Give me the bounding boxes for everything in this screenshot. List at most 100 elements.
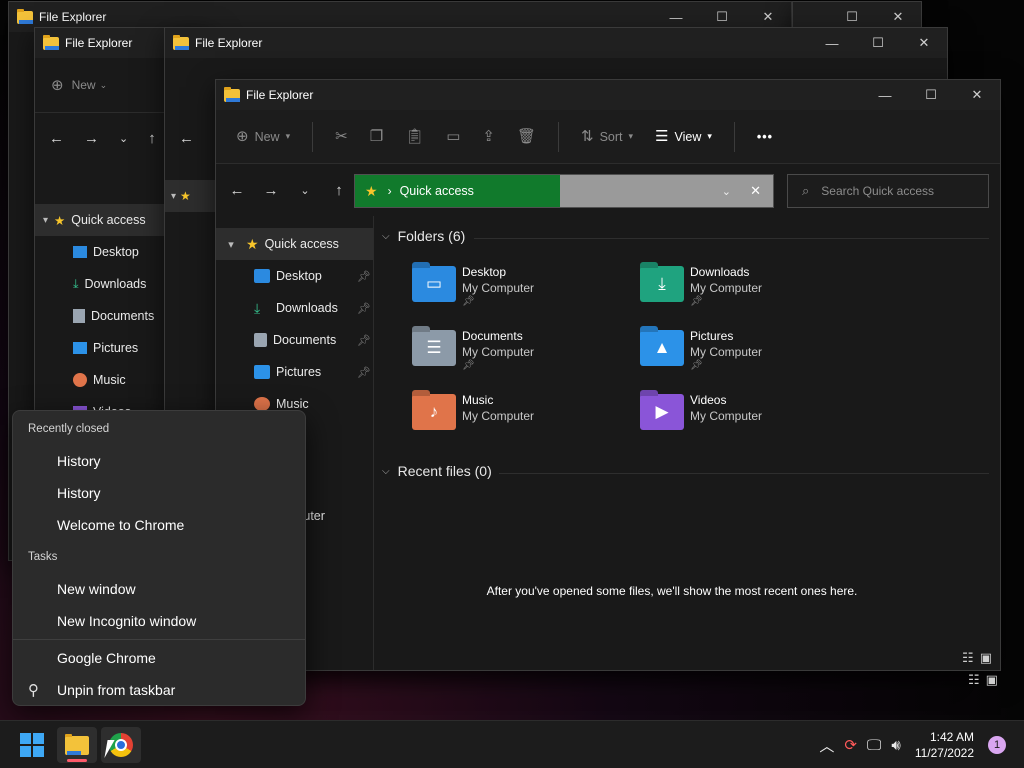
- title-bar[interactable]: File Explorer — ☐ ✕: [216, 80, 1000, 110]
- cut-button[interactable]: ✂: [335, 129, 348, 144]
- folder-tile-desktop[interactable]: ▭ Desktop My Computer 📌︎: [412, 264, 632, 320]
- more-options-button[interactable]: •••: [757, 130, 773, 144]
- folder-tile-downloads[interactable]: ⤓ Downloads My Computer 📌︎: [640, 264, 860, 320]
- folder-tile-pictures[interactable]: ▲ Pictures My Computer 📌︎: [640, 328, 860, 384]
- nav-item-downloads[interactable]: ⤓ Downloads 📌︎: [216, 292, 373, 324]
- tiles-view-icon[interactable]: ▣: [980, 650, 992, 666]
- delete-button[interactable]: 🗑︎: [517, 129, 536, 144]
- pin-icon: 📌︎: [357, 270, 371, 283]
- desktop-icon: [73, 246, 87, 258]
- nav-item-label: Downloads: [276, 301, 338, 315]
- section-divider: [499, 473, 989, 474]
- close-icon[interactable]: ✕: [750, 183, 761, 199]
- close-button[interactable]: ✕: [954, 80, 1000, 110]
- maximize-button[interactable]: ☐: [908, 80, 954, 110]
- share-icon: ⇪: [482, 128, 495, 145]
- chrome-jump-list: Recently closed History History Welcome …: [12, 410, 306, 706]
- minimize-button[interactable]: —: [862, 80, 908, 110]
- nav-item-desktop[interactable]: Desktop 📌︎: [216, 260, 373, 292]
- folder-location: My Computer: [462, 345, 535, 359]
- chevron-right-icon: ›: [387, 184, 392, 198]
- chevron-down-icon: ▾: [228, 238, 234, 251]
- recent-section-header[interactable]: ⌵ Recent files (0): [382, 463, 492, 479]
- system-tray: ︿ ⟳ 🖵︎ 🔊︎ 1:42 AM 11/27/2022 1: [819, 721, 1024, 768]
- folder-name: Music: [462, 393, 494, 407]
- taskbar-file-explorer[interactable]: [57, 727, 97, 763]
- chevron-down-icon[interactable]: ⌄: [722, 185, 731, 198]
- documents-folder-icon: ☰: [412, 330, 456, 366]
- folder-name: Desktop: [462, 265, 507, 279]
- nav-item-documents[interactable]: Documents: [35, 300, 165, 332]
- paste-button[interactable]: 📋︎: [405, 129, 424, 144]
- search-box[interactable]: ⌕ Search Quick access: [787, 174, 989, 208]
- nav-item-quick-access[interactable]: ▾ ★ Quick access: [216, 228, 373, 260]
- sync-icon[interactable]: ⟳: [844, 736, 857, 754]
- running-indicator: [67, 759, 87, 762]
- folders-header: Folders (6): [397, 228, 466, 244]
- forward-button[interactable]: →: [254, 182, 288, 199]
- nav-item-music[interactable]: Music: [35, 364, 165, 396]
- folder-icon: [173, 34, 189, 50]
- close-button[interactable]: ✕: [901, 28, 947, 58]
- chevron-down-icon[interactable]: ⌄: [119, 132, 128, 145]
- back-arrow-icon[interactable]: ←: [179, 130, 194, 147]
- recent-locations-button[interactable]: ⌄: [288, 184, 322, 197]
- address-bar[interactable]: ★ › Quick access ⌄ ✕: [354, 174, 774, 208]
- chevron-down-icon: ▾: [43, 214, 49, 226]
- nav-item-downloads[interactable]: ⤓ Downloads: [35, 268, 165, 300]
- nav-item-label: Pictures: [276, 365, 322, 379]
- jumplist-item-history[interactable]: History: [57, 485, 101, 501]
- up-button[interactable]: ↑: [322, 182, 356, 199]
- sort-button[interactable]: ⇅ Sort ▾: [581, 129, 633, 144]
- document-icon: [73, 309, 85, 323]
- up-arrow-icon[interactable]: ↑: [148, 130, 156, 147]
- title-bar[interactable]: File Explorer — ☐ ✕: [165, 28, 947, 58]
- share-button[interactable]: ⇪: [482, 129, 495, 144]
- start-button[interactable]: [12, 727, 52, 763]
- rename-button[interactable]: ▭: [446, 129, 460, 144]
- folder-tile-documents[interactable]: ☰ Documents My Computer 📌︎: [412, 328, 632, 384]
- minimize-button[interactable]: —: [809, 28, 855, 58]
- sort-icon: ⇅: [581, 128, 594, 145]
- nav-item-documents[interactable]: Documents 📌︎: [216, 324, 373, 356]
- search-placeholder: Search Quick access: [821, 184, 934, 198]
- nav-item-quick-access[interactable]: ▾ ★: [165, 180, 215, 212]
- nav-item-desktop[interactable]: Desktop: [35, 236, 165, 268]
- chevron-down-icon: ⌄: [99, 79, 108, 90]
- nav-item-quick-access[interactable]: ▾ ★ Quick access: [35, 204, 165, 236]
- details-view-icon[interactable]: ☷: [962, 650, 974, 666]
- folder-tile-videos[interactable]: ▶ Videos My Computer: [640, 392, 860, 448]
- nav-item-pictures[interactable]: Pictures 📌︎: [216, 356, 373, 388]
- jumplist-new-incognito-window[interactable]: New Incognito window: [57, 613, 196, 629]
- recent-empty-message: After you've opened some files, we'll sh…: [486, 584, 858, 598]
- jumplist-item-history[interactable]: History: [57, 453, 101, 469]
- copy-button[interactable]: ❐: [370, 129, 383, 144]
- folders-section-header[interactable]: ⌵ Folders (6): [382, 228, 465, 244]
- jumplist-unpin-from-taskbar[interactable]: Unpin from taskbar: [57, 682, 175, 698]
- new-button[interactable]: ⊕ New ▾: [236, 129, 290, 144]
- forward-arrow-icon[interactable]: →: [84, 130, 99, 147]
- nav-item-pictures[interactable]: Pictures: [35, 332, 165, 364]
- back-arrow-icon[interactable]: ←: [49, 130, 64, 147]
- chevron-down-icon: ▾: [171, 190, 177, 202]
- jumplist-item-welcome[interactable]: Welcome to Chrome: [57, 517, 184, 533]
- back-button[interactable]: ←: [220, 182, 254, 199]
- star-icon: ★: [180, 189, 191, 203]
- volume-icon[interactable]: 🔊︎: [891, 737, 900, 754]
- details-view-icon[interactable]: ☷: [968, 672, 980, 688]
- notification-badge[interactable]: 1: [988, 736, 1006, 754]
- pin-icon: 📌︎: [462, 360, 475, 371]
- new-button[interactable]: New: [72, 78, 96, 92]
- jumplist-new-window[interactable]: New window: [57, 581, 136, 597]
- folder-tile-music[interactable]: ♪ Music My Computer: [412, 392, 632, 448]
- maximize-button[interactable]: ☐: [855, 28, 901, 58]
- view-button[interactable]: ☰ View ▾: [655, 129, 712, 144]
- tiles-view-icon[interactable]: ▣: [986, 672, 998, 688]
- nav-item-label: Pictures: [93, 341, 139, 355]
- jumplist-open-google-chrome[interactable]: Google Chrome: [57, 650, 156, 666]
- network-icon[interactable]: 🖵︎: [867, 737, 881, 754]
- toolbar-divider: [733, 121, 735, 152]
- explorer-window-main[interactable]: File Explorer — ☐ ✕ ⊕ New ▾ ✂ ❐ 📋︎ ▭ ⇪ 🗑…: [215, 79, 1001, 671]
- chevron-up-icon[interactable]: ︿: [819, 735, 834, 756]
- clock[interactable]: 1:42 AM 11/27/2022: [915, 729, 974, 761]
